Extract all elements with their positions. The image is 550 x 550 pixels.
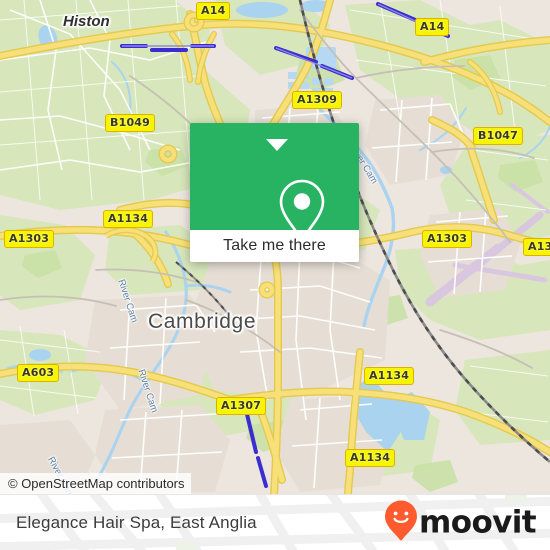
road-shield[interactable]: B1049 — [105, 114, 155, 132]
location-title: Elegance Hair Spa, East Anglia — [16, 512, 257, 532]
road-shield[interactable]: A1303 — [422, 230, 473, 248]
road-shield[interactable]: A130 — [523, 238, 550, 256]
road-shield[interactable]: A1134 — [364, 367, 415, 385]
road-shield[interactable]: B1047 — [473, 127, 523, 145]
road-shield[interactable]: A1134 — [345, 449, 396, 467]
map-screenshot: A14 A14 A1309 B1049 B1047 A1134 A1303 A1… — [0, 0, 550, 550]
road-shield[interactable]: A14 — [196, 2, 231, 20]
road-shield[interactable]: A1303 — [4, 230, 55, 248]
map-attribution[interactable]: © OpenStreetMap contributors — [0, 473, 191, 495]
footer-bar: Elegance Hair Spa, East Anglia moovit — [0, 494, 550, 550]
popup-pointer-tail — [266, 139, 288, 151]
place-label-histon: Histon — [63, 13, 110, 30]
map-canvas[interactable]: A14 A14 A1309 B1049 B1047 A1134 A1303 A1… — [0, 0, 550, 495]
road-shield[interactable]: A603 — [17, 364, 60, 382]
moovit-brand[interactable]: moovit — [384, 499, 537, 546]
place-label-cambridge: Cambridge — [148, 310, 257, 333]
road-shield[interactable]: A1309 — [292, 91, 343, 109]
moovit-wordmark: moovit — [419, 504, 537, 540]
road-shield[interactable]: A1307 — [216, 397, 267, 415]
moovit-pin-smile-icon — [384, 499, 418, 546]
road-shield[interactable]: A1134 — [103, 210, 154, 228]
road-shield[interactable]: A14 — [415, 18, 450, 36]
